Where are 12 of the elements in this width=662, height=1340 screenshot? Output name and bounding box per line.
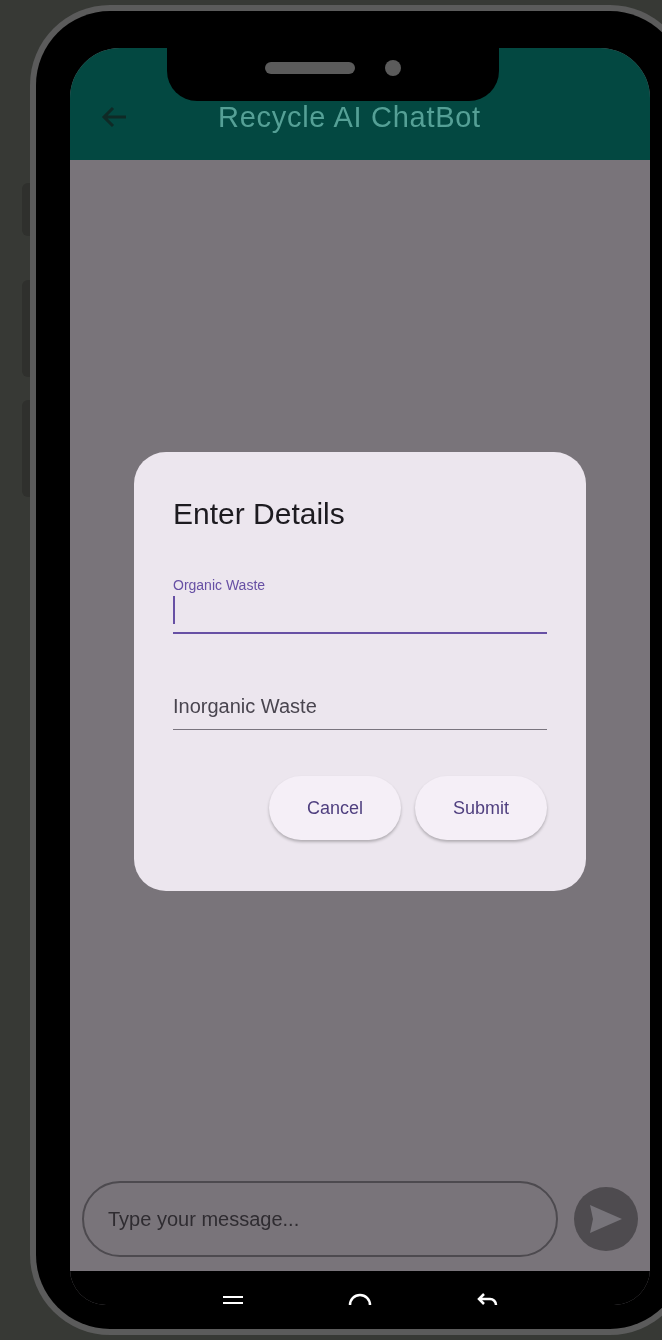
field-label: Organic Waste [173,576,267,594]
text-cursor [173,596,175,624]
text-field[interactable]: Inorganic Waste [173,690,547,730]
cancel-button[interactable]: Cancel [268,776,401,840]
app-title: Recycle AI ChatBot [218,100,481,136]
submit-button[interactable]: Submit [414,776,547,840]
home-icon[interactable] [348,1293,372,1305]
menu-icon[interactable] [222,1293,244,1305]
message-input[interactable]: Type your message... [82,1181,559,1257]
dialog-title: Enter Details [173,496,346,532]
back-icon[interactable] [476,1293,498,1305]
send-icon [589,1204,624,1234]
